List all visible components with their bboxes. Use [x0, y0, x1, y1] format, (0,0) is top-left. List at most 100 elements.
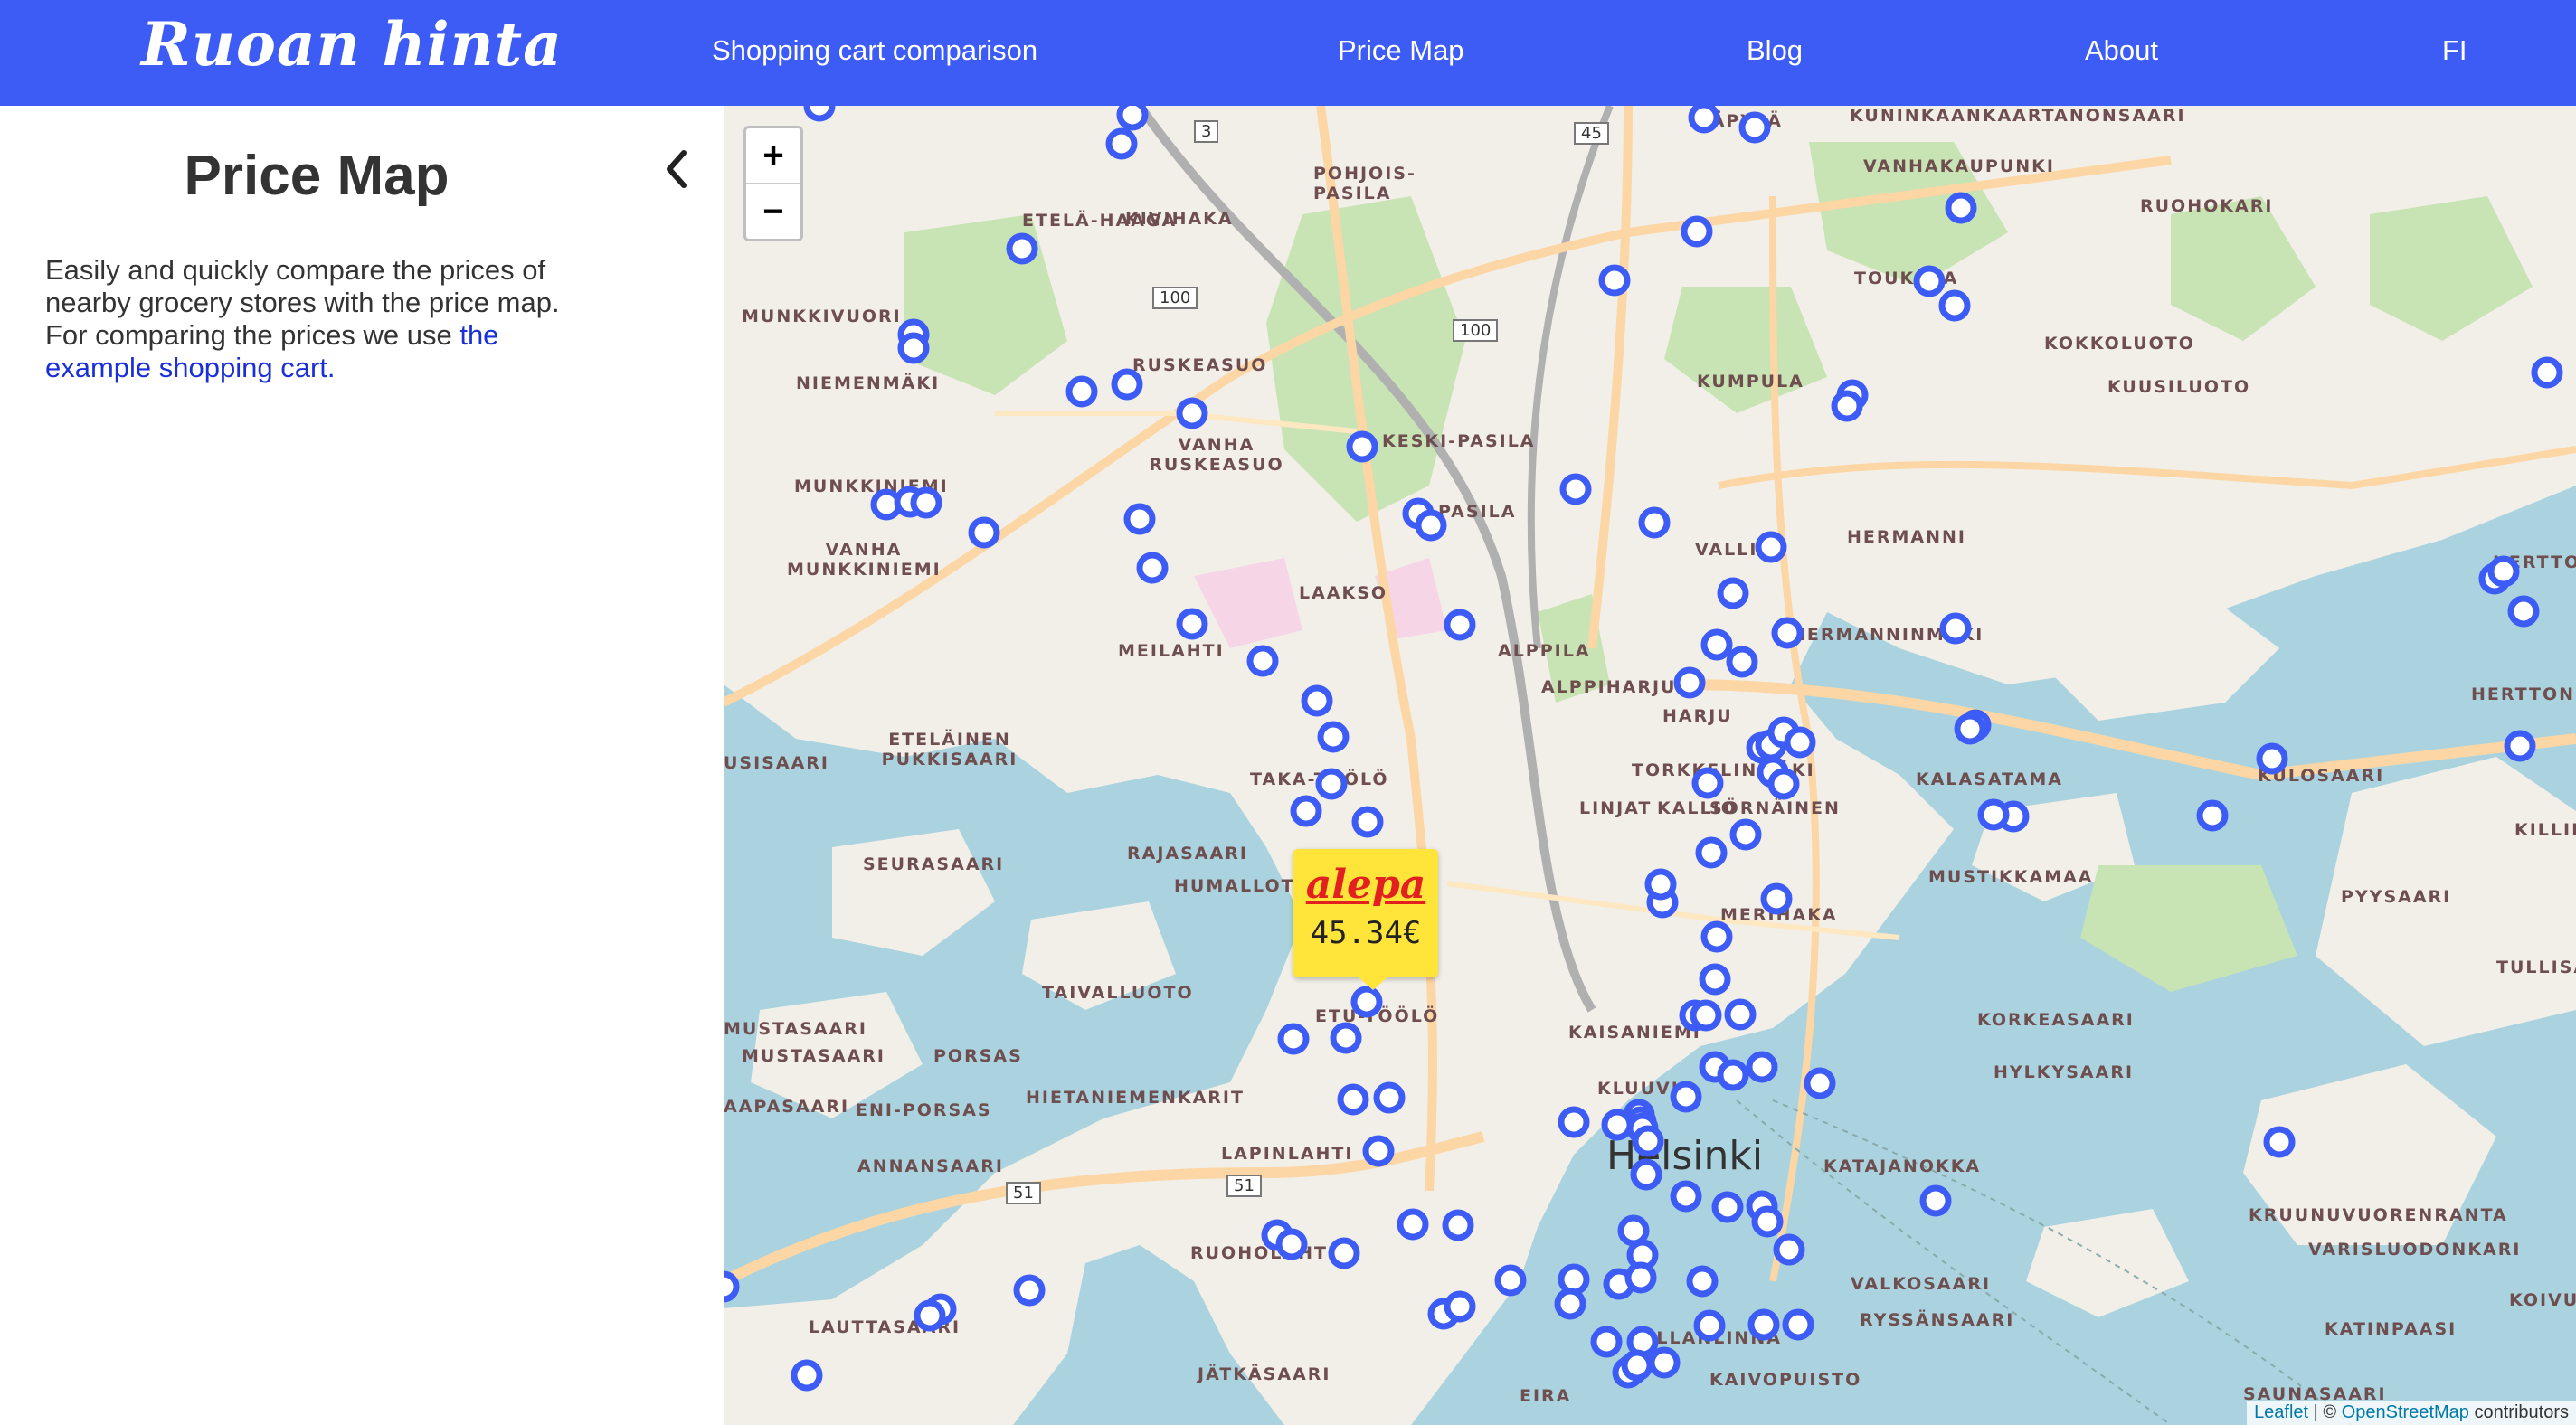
- store-marker[interactable]: [1601, 1109, 1634, 1141]
- store-marker[interactable]: [1351, 806, 1384, 838]
- store-marker[interactable]: [1804, 1067, 1836, 1099]
- store-marker[interactable]: [2196, 799, 2229, 832]
- openstreetmap-link[interactable]: OpenStreetMap: [2342, 1402, 2469, 1422]
- store-marker[interactable]: [1711, 1191, 1744, 1223]
- store-marker[interactable]: [1700, 628, 1733, 661]
- store-marker[interactable]: [1277, 1023, 1310, 1055]
- store-marker[interactable]: [1673, 666, 1706, 699]
- store-marker[interactable]: [1442, 1209, 1474, 1241]
- nav-blog[interactable]: Blog: [1747, 34, 1803, 67]
- store-marker[interactable]: [1746, 1051, 1778, 1083]
- store-marker[interactable]: [1346, 430, 1378, 463]
- store-marker[interactable]: [1598, 264, 1631, 297]
- store-marker[interactable]: [1624, 1261, 1657, 1294]
- store-marker[interactable]: [1773, 1233, 1805, 1266]
- store-marker[interactable]: [2256, 742, 2288, 775]
- store-marker[interactable]: [1554, 1288, 1586, 1320]
- price-map[interactable]: KÄPYLÄ KUNINKAANKAARTANONSAARI VANHAKAUP…: [724, 106, 2576, 1425]
- store-marker[interactable]: [1275, 1228, 1308, 1260]
- store-marker[interactable]: [1699, 963, 1731, 996]
- store-marker[interactable]: [1617, 1214, 1650, 1247]
- store-marker[interactable]: [1681, 215, 1713, 248]
- store-marker[interactable]: [968, 516, 1000, 549]
- store-marker[interactable]: [1954, 712, 1986, 745]
- store-marker[interactable]: [1105, 127, 1138, 160]
- store-marker[interactable]: [1760, 882, 1793, 915]
- store-marker[interactable]: [1590, 1326, 1623, 1358]
- store-marker[interactable]: [724, 1270, 740, 1303]
- nav-price-map[interactable]: Price Map: [1338, 34, 1464, 67]
- store-marker[interactable]: [1670, 1180, 1702, 1213]
- store-marker[interactable]: [1670, 1081, 1702, 1113]
- store-marker[interactable]: [1444, 609, 1476, 641]
- leaflet-link[interactable]: Leaflet: [2254, 1402, 2308, 1422]
- store-marker[interactable]: [1939, 612, 1972, 645]
- store-marker[interactable]: [1690, 999, 1722, 1032]
- store-marker[interactable]: [1977, 798, 2010, 831]
- store-marker[interactable]: [1717, 1059, 1749, 1091]
- store-marker[interactable]: [1337, 1083, 1369, 1116]
- store-marker[interactable]: [1373, 1081, 1406, 1114]
- store-price-popup[interactable]: alepa 45.34€: [1293, 849, 1438, 977]
- store-marker[interactable]: [1738, 111, 1771, 144]
- store-marker[interactable]: [1317, 721, 1350, 753]
- store-marker[interactable]: [1688, 106, 1720, 134]
- store-marker[interactable]: [1945, 192, 1977, 224]
- store-marker[interactable]: [791, 1359, 823, 1392]
- store-marker[interactable]: [1065, 375, 1098, 408]
- store-marker[interactable]: [1330, 1022, 1362, 1054]
- store-marker[interactable]: [1559, 473, 1592, 505]
- store-marker[interactable]: [1494, 1264, 1527, 1297]
- store-marker[interactable]: [1362, 1135, 1395, 1167]
- zoom-in-button[interactable]: +: [746, 128, 800, 184]
- store-marker[interactable]: [1782, 1308, 1814, 1341]
- store-marker[interactable]: [1328, 1237, 1360, 1269]
- store-marker[interactable]: [1136, 552, 1169, 584]
- store-marker[interactable]: [1751, 1205, 1784, 1238]
- store-marker[interactable]: [2487, 555, 2520, 588]
- store-marker[interactable]: [1558, 1263, 1590, 1296]
- store-marker[interactable]: [1648, 1346, 1681, 1379]
- store-marker[interactable]: [1290, 795, 1322, 827]
- store-marker[interactable]: [1006, 232, 1038, 265]
- store-marker[interactable]: [897, 332, 930, 364]
- store-marker[interactable]: [1397, 1208, 1429, 1241]
- store-marker[interactable]: [1176, 608, 1208, 640]
- store-marker[interactable]: [1301, 684, 1333, 717]
- store-marker[interactable]: [1444, 1290, 1476, 1323]
- store-marker[interactable]: [1686, 1265, 1719, 1298]
- store-marker[interactable]: [1691, 767, 1724, 799]
- store-marker[interactable]: [2531, 356, 2563, 389]
- store-marker[interactable]: [1415, 509, 1447, 542]
- language-switch-fi[interactable]: FI: [2442, 34, 2467, 67]
- store-marker[interactable]: [1621, 1349, 1653, 1382]
- store-marker[interactable]: [1755, 531, 1787, 563]
- store-marker[interactable]: [1726, 646, 1758, 678]
- store-marker[interactable]: [1700, 920, 1733, 953]
- store-marker[interactable]: [2504, 730, 2536, 762]
- store-marker[interactable]: [1767, 768, 1800, 800]
- store-marker[interactable]: [1123, 503, 1156, 535]
- store-marker[interactable]: [1747, 1308, 1780, 1341]
- nav-about[interactable]: About: [2085, 34, 2158, 67]
- store-marker[interactable]: [2507, 595, 2540, 628]
- store-marker[interactable]: [1013, 1274, 1046, 1307]
- brand-logo[interactable]: Ruoan hinta: [141, 9, 563, 80]
- store-marker[interactable]: [1717, 577, 1749, 609]
- store-marker[interactable]: [1695, 836, 1728, 869]
- store-marker[interactable]: [1938, 289, 1971, 322]
- store-marker[interactable]: [1693, 1309, 1726, 1342]
- store-marker[interactable]: [1919, 1184, 1952, 1217]
- store-marker[interactable]: [1724, 998, 1757, 1031]
- store-marker[interactable]: [1116, 106, 1149, 131]
- store-marker[interactable]: [1558, 1106, 1590, 1138]
- store-marker[interactable]: [910, 486, 942, 519]
- store-marker[interactable]: [1111, 368, 1143, 401]
- store-marker[interactable]: [1831, 390, 1863, 422]
- store-marker[interactable]: [1246, 645, 1279, 677]
- store-marker[interactable]: [2263, 1126, 2296, 1158]
- store-marker[interactable]: [1771, 617, 1804, 649]
- selected-store-marker[interactable]: [1350, 986, 1383, 1018]
- collapse-sidebar-button[interactable]: [658, 142, 695, 196]
- store-marker[interactable]: [1315, 768, 1348, 800]
